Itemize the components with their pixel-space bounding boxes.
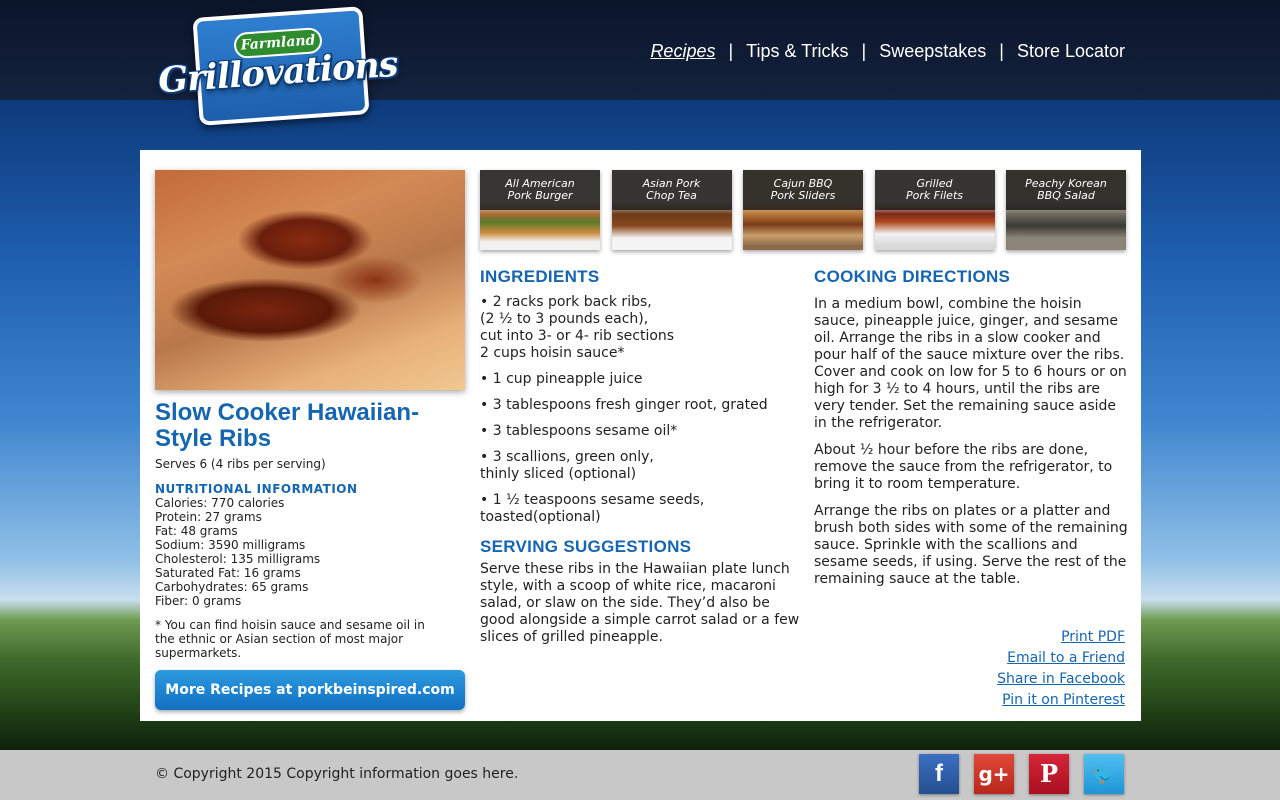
serving-heading: SERVING SUGGESTIONS: [480, 537, 692, 556]
ingredient-item: • 1 ½ teaspoons sesame seeds, toasted(op…: [480, 492, 705, 525]
thumb-caption: Asian Pork Chop Tea: [611, 170, 732, 210]
nav-tips-tricks[interactable]: Tips & Tricks: [746, 41, 848, 62]
ingredient-item: • 1 cup pineapple juice: [480, 371, 643, 387]
email-friend-link[interactable]: Email to a Friend: [997, 648, 1125, 669]
nutrition-heading: NUTRITIONAL INFORMATION: [155, 482, 358, 496]
thumb-caption: Grilled Pork Filets: [874, 170, 995, 210]
related-recipe-thumb[interactable]: Cajun BBQ Pork Sliders: [743, 170, 863, 250]
related-recipe-thumb[interactable]: Peachy Korean BBQ Salad: [1006, 170, 1126, 250]
nutrition-item: Saturated Fat: 16 grams: [155, 566, 301, 580]
nav-recipes[interactable]: Recipes: [650, 41, 715, 62]
thumb-caption: All American Pork Burger: [480, 170, 600, 210]
related-recipe-thumb[interactable]: Asian Pork Chop Tea: [611, 170, 732, 250]
directions-text: In a medium bowl, combine the hoisin sau…: [814, 296, 1129, 598]
nutrition-item: Sodium: 3590 milligrams: [155, 538, 306, 552]
recipe-panel: Slow Cooker Hawaiian-Style Ribs Serves 6…: [140, 150, 1141, 721]
social-links: f g+ P 🐦: [919, 754, 1124, 794]
google-plus-icon[interactable]: g+: [974, 754, 1014, 794]
pinterest-icon[interactable]: P: [1029, 754, 1069, 794]
directions-heading: COOKING DIRECTIONS: [814, 267, 1011, 286]
recipe-footnote: * You can find hoisin sauce and sesame o…: [155, 618, 425, 660]
recipe-hero-image: [155, 170, 465, 390]
nutrition-item: Fiber: 0 grams: [155, 594, 242, 608]
nav-store-locator[interactable]: Store Locator: [1017, 41, 1125, 62]
ingredient-item: • 2 racks pork back ribs, (2 ½ to 3 poun…: [480, 294, 675, 361]
recipe-serves: Serves 6 (4 ribs per serving): [155, 457, 326, 471]
related-recipe-thumb[interactable]: All American Pork Burger: [480, 170, 600, 250]
nav-separator: |: [861, 40, 867, 61]
nutrition-item: Calories: 770 calories: [155, 496, 285, 510]
ingredients-heading: INGREDIENTS: [480, 267, 600, 286]
direction-paragraph: Arrange the ribs on plates or a platter …: [814, 503, 1128, 587]
ingredients-list: • 2 racks pork back ribs, (2 ½ to 3 poun…: [480, 294, 800, 535]
share-facebook-link[interactable]: Share in Facebook: [997, 669, 1125, 690]
nav-sweepstakes[interactable]: Sweepstakes: [879, 41, 986, 62]
facebook-icon[interactable]: f: [919, 754, 959, 794]
main-nav: Recipes | Tips & Tricks | Sweepstakes | …: [650, 39, 1125, 63]
nutrition-list: Calories: 770 calories Protein: 27 grams…: [155, 496, 320, 608]
print-pdf-link[interactable]: Print PDF: [997, 627, 1125, 648]
nutrition-item: Protein: 27 grams: [155, 510, 262, 524]
more-recipes-button[interactable]: More Recipes at porkbeinspired.com: [155, 670, 465, 710]
related-recipe-thumb[interactable]: Grilled Pork Filets: [874, 170, 995, 250]
nav-separator: |: [999, 40, 1004, 61]
brand-logo[interactable]: Farmland Grillovations: [157, 6, 399, 126]
pin-pinterest-link[interactable]: Pin it on Pinterest: [997, 690, 1125, 711]
site-footer: © Copyright 2015 Copyright information g…: [0, 750, 1280, 800]
nutrition-item: Fat: 48 grams: [155, 524, 238, 538]
twitter-icon[interactable]: 🐦: [1084, 754, 1124, 794]
serving-text: Serve these ribs in the Hawaiian plate l…: [480, 561, 800, 645]
thumb-caption: Peachy Korean BBQ Salad: [1006, 170, 1126, 210]
thumb-caption: Cajun BBQ Pork Sliders: [743, 170, 863, 210]
ingredient-item: • 3 tablespoons fresh ginger root, grate…: [480, 397, 768, 413]
recipe-actions: Print PDF Email to a Friend Share in Fac…: [997, 627, 1125, 711]
direction-paragraph: About ½ hour before the ribs are done, r…: [814, 442, 1113, 492]
nav-separator: |: [728, 40, 734, 61]
ingredient-item: • 3 tablespoons sesame oil*: [480, 423, 678, 439]
direction-paragraph: In a medium bowl, combine the hoisin sau…: [814, 296, 1127, 431]
nutrition-item: Cholesterol: 135 milligrams: [155, 552, 321, 566]
copyright-text: © Copyright 2015 Copyright information g…: [155, 766, 519, 782]
site-header: Farmland Grillovations Recipes | Tips & …: [0, 0, 1280, 126]
related-recipes: All American Pork Burger Asian Pork Chop T…: [480, 170, 1126, 250]
recipe-title: Slow Cooker Hawaiian-Style Ribs: [155, 399, 420, 452]
ingredient-item: • 3 scallions, green only, thinly sliced…: [480, 449, 654, 482]
nutrition-item: Carbohydrates: 65 grams: [155, 580, 309, 594]
